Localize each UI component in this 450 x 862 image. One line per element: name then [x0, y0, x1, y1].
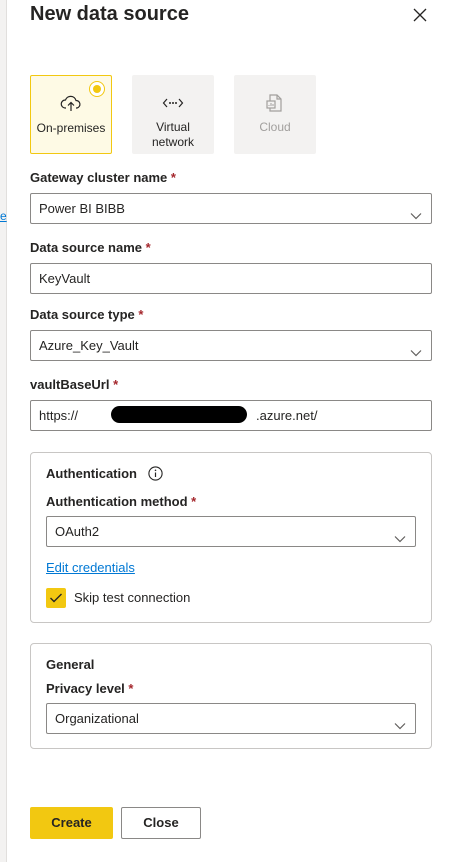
general-section: General Privacy level * Organizational — [30, 643, 432, 749]
gateway-cluster-label-text: Gateway cluster name — [30, 170, 168, 185]
chevron-down-icon — [410, 203, 422, 220]
authentication-method-value: OAuth2 — [55, 524, 100, 539]
data-source-name-value: KeyVault — [39, 271, 91, 286]
data-source-name-label-text: Data source name — [30, 240, 142, 255]
required-mark: * — [191, 494, 197, 509]
privacy-level-label-text: Privacy level — [46, 681, 125, 696]
virtual-network-tile[interactable]: Virtual network — [132, 75, 214, 154]
background-link[interactable]: e — [0, 209, 7, 223]
chevron-down-icon — [394, 713, 406, 730]
vault-base-url-label: vaultBaseUrl * — [30, 377, 118, 393]
authentication-heading: Authentication — [46, 466, 137, 481]
redaction-mark — [111, 406, 247, 423]
virtual-network-label: Virtual network — [151, 120, 195, 149]
panel-title: New data source — [30, 3, 189, 25]
privacy-level-dropdown[interactable]: Organizational — [46, 703, 416, 734]
gateway-cluster-label: Gateway cluster name * — [30, 170, 176, 186]
vault-url-prefix: https:// — [39, 408, 79, 423]
authentication-method-label: Authentication method * — [46, 494, 196, 510]
close-icon[interactable] — [410, 5, 430, 25]
required-mark: * — [170, 170, 176, 185]
cloud-label: Cloud — [259, 120, 291, 134]
data-source-type-dropdown[interactable]: Azure_Key_Vault — [30, 330, 432, 361]
on-premises-label: On-premises — [36, 121, 106, 135]
create-button[interactable]: Create — [30, 807, 113, 839]
gateway-cluster-dropdown[interactable]: Power BI BIBB — [30, 193, 432, 224]
background-page-edge — [0, 0, 7, 862]
required-mark: * — [113, 377, 119, 392]
required-mark: * — [138, 307, 144, 322]
edit-credentials-link[interactable]: Edit credentials — [46, 560, 135, 576]
authentication-method-label-text: Authentication method — [46, 494, 188, 509]
chevron-down-icon — [410, 340, 422, 357]
cloud-report-icon — [234, 93, 316, 113]
vault-url-suffix: .azure.net/ — [256, 408, 318, 423]
vault-base-url-label-text: vaultBaseUrl — [30, 377, 110, 392]
close-button[interactable]: Close — [121, 807, 201, 839]
authentication-method-dropdown[interactable]: OAuth2 — [46, 516, 416, 547]
general-heading: General — [46, 657, 95, 672]
privacy-level-value: Organizational — [55, 711, 139, 726]
skip-test-label[interactable]: Skip test connection — [74, 590, 190, 606]
cloud-upload-icon — [31, 94, 111, 114]
vault-base-url-input[interactable]: https:// .azure.net/ — [30, 400, 432, 431]
data-source-type-label-text: Data source type — [30, 307, 135, 322]
privacy-level-label: Privacy level * — [46, 681, 133, 697]
on-premises-tile[interactable]: On-premises — [30, 75, 112, 154]
skip-test-checkbox[interactable] — [46, 588, 66, 608]
cloud-tile[interactable]: Cloud — [234, 75, 316, 154]
chevron-down-icon — [394, 526, 406, 543]
required-mark: * — [145, 240, 151, 255]
info-icon[interactable] — [148, 466, 163, 481]
data-source-name-label: Data source name * — [30, 240, 151, 256]
checkmark-icon — [50, 593, 62, 603]
network-icon — [132, 93, 214, 113]
data-source-name-input[interactable]: KeyVault — [30, 263, 432, 294]
data-source-type-value: Azure_Key_Vault — [39, 338, 139, 353]
authentication-section: Authentication Authentication method * O… — [30, 452, 432, 623]
gateway-cluster-value: Power BI BIBB — [39, 201, 125, 216]
required-mark: * — [128, 681, 134, 696]
data-source-type-label: Data source type * — [30, 307, 143, 323]
